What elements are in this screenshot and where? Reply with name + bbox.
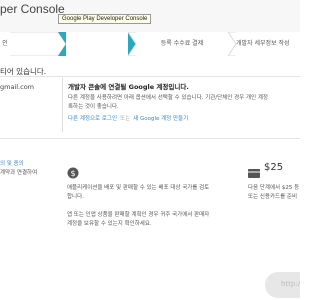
globe-dollar-icon: $ [67, 164, 79, 183]
app-title: per Console [0, 2, 65, 16]
distribution-line1: 애플리케이션을 배포 및 판매할 수 있는 배포 대상 국가를 검토 [67, 185, 210, 191]
watermark-text: http:// [281, 280, 300, 288]
agreement-text: 계약과 연결하여 [0, 170, 38, 176]
step-sign-in: 인 [0, 32, 10, 56]
title-tooltip: Google Play Developer Console [58, 14, 152, 24]
panel-description: 다른 계정을 사용하려면 아래 옵션에서 선택할 수 있습니다. 기관/단체인 … [68, 94, 300, 112]
console-header: per Console Google Play Developer Consol… [0, 0, 300, 32]
column-distribution: 애플리케이션을 배포 및 판매할 수 있는 배포 대상 국가를 검토 합니다. … [67, 184, 209, 229]
account-panel: 개발자 콘솔에 연결될 Google 계정입니다. 다른 계정을 사용하려면 아… [62, 78, 300, 132]
agreement-link[interactable]: 의 및 종의 [0, 161, 24, 167]
panel-links: 다른 계정으로 로그인 또는 새 Google 계정 만들기 [68, 114, 188, 122]
watermark: http:// [265, 272, 300, 298]
payment-line1: 다음 단계에서 $25 등 [248, 185, 300, 191]
panel-title: 개발자 콘솔에 연결될 Google 계정입니다. [68, 83, 189, 91]
panel-desc-line1: 다른 계정을 사용하려면 아래 옵션에서 선택할 수 있습니다. 기관/단체인 … [68, 95, 268, 101]
step-pay-fee: 등록 수수료 결제 [136, 32, 228, 56]
account-email: gmail.com [0, 83, 35, 91]
section-divider-2 [0, 138, 300, 139]
progress-steps: 인 개발자 계약 수락 등록 수수료 결제 개발자 세부정보 작성 [0, 32, 300, 56]
panel-desc-line2: 록하는 것이 좋습니다. [68, 104, 119, 110]
column-agreement: 의 및 종의 계약과 연결하여 [0, 160, 37, 178]
payment-line2: 또는 신용카드를 준비 [248, 194, 298, 200]
column-payment: 다음 단계에서 $25 등 또는 신용카드를 준비 [248, 184, 299, 202]
intro-text: 티어 있습니다. [0, 67, 47, 76]
svg-text:$: $ [70, 169, 75, 178]
step-accept-agreement: 개발자 계약 수락 [66, 32, 128, 56]
create-google-account-link[interactable]: 새 Google 계정 만들기 [133, 116, 188, 122]
registration-fee: $25 [264, 162, 284, 173]
signin-other-account-link[interactable]: 다른 계정으로 로그인 [68, 116, 117, 122]
distribution-line2: 합니다. [67, 194, 84, 200]
credit-card-icon [248, 163, 260, 182]
link-separator: 또는 [120, 116, 131, 122]
merchant-line1: 앱 또는 인앱 상품을 판매할 계획인 경우 귀주 국가에서 판매자 [67, 212, 210, 218]
merchant-line2: 계정을 보유할 수 있는지 확인하세요. [67, 221, 152, 227]
step-developer-details: 개발자 세부정보 작성 [236, 32, 300, 56]
